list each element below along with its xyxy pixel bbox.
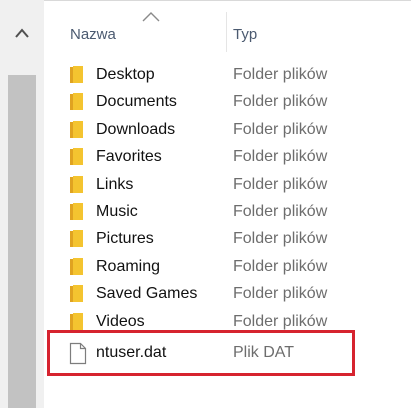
scroll-up-button[interactable] — [0, 18, 44, 48]
highlight-box — [47, 330, 355, 376]
folder-icon — [70, 93, 83, 111]
top-border — [0, 0, 411, 1]
list-item-folder[interactable]: Roaming Folder plików — [52, 254, 392, 281]
folder-name: Documents — [96, 93, 177, 111]
folder-icon — [70, 230, 83, 248]
list-item-folder[interactable]: Documents Folder plików — [52, 89, 392, 116]
folder-name: Pictures — [96, 230, 154, 248]
folder-name: Roaming — [96, 257, 161, 275]
folder-name: Saved Games — [96, 285, 198, 303]
folder-type: Folder plików — [233, 312, 328, 330]
folder-name: Videos — [96, 312, 145, 330]
folder-type: Folder plików — [233, 285, 328, 303]
folder-name: Favorites — [96, 148, 162, 166]
chevron-up-icon — [15, 28, 29, 38]
folder-type: Folder plików — [233, 230, 328, 248]
column-divider[interactable] — [226, 12, 227, 52]
list-item-folder[interactable]: Favorites Folder plików — [52, 144, 392, 171]
folder-icon — [70, 203, 83, 221]
folder-type: Folder plików — [233, 175, 328, 193]
folder-name: Downloads — [96, 120, 176, 138]
folder-type: Folder plików — [233, 148, 328, 166]
folder-name: Links — [96, 175, 134, 193]
folder-icon — [70, 257, 83, 276]
folder-icon — [70, 148, 83, 166]
list-item-folder[interactable]: Links Folder plików — [52, 172, 392, 199]
vertical-scrollbar[interactable] — [0, 0, 44, 408]
folder-type: Folder plików — [233, 66, 328, 83]
list-item-folder[interactable]: Pictures Folder plików — [52, 226, 392, 253]
folder-type: Folder plików — [233, 120, 328, 138]
sort-ascending-icon — [142, 12, 160, 22]
folder-type: Folder plików — [233, 257, 328, 275]
column-header-name[interactable]: Nazwa — [70, 26, 116, 43]
list-item-folder[interactable]: Desktop Folder plików — [52, 62, 392, 89]
column-header-type[interactable]: Typ — [233, 26, 257, 43]
folder-icon — [70, 120, 83, 139]
folder-type: Folder plików — [233, 203, 328, 220]
folder-type: Folder plików — [233, 93, 328, 111]
scrollbar-thumb[interactable] — [8, 75, 36, 408]
folder-icon — [70, 312, 83, 331]
list-item-folder[interactable]: Music Folder plików — [52, 199, 392, 226]
list-item-folder[interactable]: Downloads Folder plików — [52, 117, 392, 144]
folder-icon — [70, 285, 83, 303]
folder-name: Music — [96, 203, 138, 220]
folder-icon — [70, 175, 83, 194]
folder-name: Desktop — [96, 66, 155, 83]
folder-icon — [70, 66, 83, 84]
list-item-folder[interactable]: Saved Games Folder plików — [52, 281, 392, 308]
